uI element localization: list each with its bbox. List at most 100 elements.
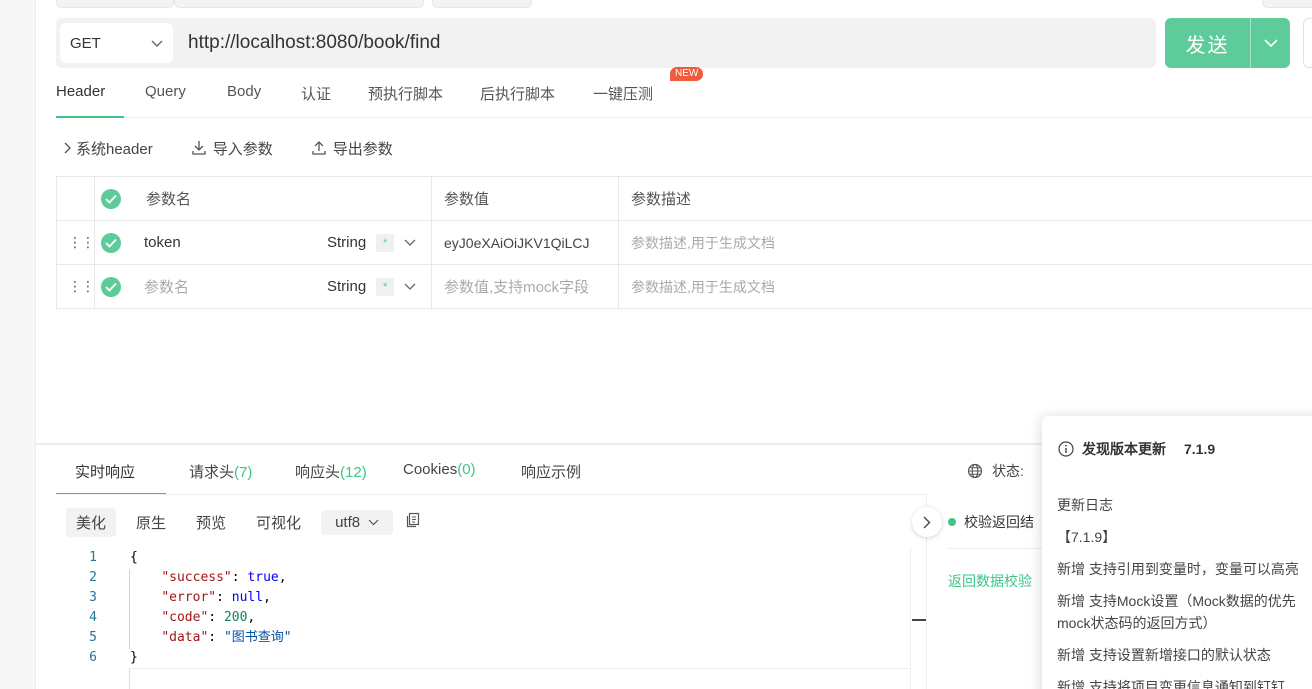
column-divider	[94, 177, 95, 220]
required-toggle[interactable]: *	[376, 277, 395, 296]
export-params-button[interactable]: 导出参数	[311, 138, 393, 159]
editor-scrollbar[interactable]	[910, 548, 927, 689]
import-params-label: 导入参数	[212, 140, 273, 158]
tab-label: 实时响应	[75, 464, 136, 481]
code-token: :	[231, 570, 248, 585]
tab-post-script[interactable]: 后执行脚本	[480, 83, 555, 104]
table-row: ⋮⋮ 参数名 String * 参数值,支持mock字段 参数描述,用于生成文档	[56, 265, 1312, 309]
chevron-right-icon	[64, 142, 71, 154]
code-line: 1{	[70, 548, 910, 568]
status-label: 状态:	[992, 463, 1024, 479]
param-type-value: String	[327, 278, 367, 295]
top-tab-ghost[interactable]	[174, 0, 424, 8]
code-token: true	[247, 570, 279, 585]
import-params-button[interactable]: 导入参数	[191, 138, 273, 159]
top-tab-ghost[interactable]	[1262, 0, 1312, 8]
tab-label: Cookies	[403, 461, 458, 478]
tab-live-response[interactable]: 实时响应	[75, 461, 135, 482]
indent-guide	[129, 569, 130, 649]
update-notification: 发现版本更新 7.1.9 更新日志 【7.1.9】 新增 支持引用到变量时，变量…	[1042, 416, 1312, 689]
required-toggle[interactable]: *	[376, 233, 395, 252]
table-row: ⋮⋮ token String * eyJ0eXAiOiJKV1QiLCJ 参数…	[56, 221, 1312, 265]
row-checkbox[interactable]	[101, 221, 121, 264]
validation-link[interactable]: 返回数据校验	[948, 571, 1032, 591]
view-raw-button[interactable]: 原生	[126, 508, 176, 537]
tab-stress-test[interactable]: 一键压测	[593, 83, 653, 104]
view-preview-button[interactable]: 预览	[186, 508, 236, 537]
top-tab-ghost[interactable]	[56, 0, 174, 8]
param-desc-input[interactable]: 参数描述,用于生成文档	[631, 221, 775, 264]
select-all-checkbox[interactable]	[101, 177, 121, 220]
column-divider	[431, 265, 432, 308]
code-token: "error"	[161, 590, 217, 605]
tab-response-examples[interactable]: 响应示例	[521, 461, 581, 482]
tab-count: (7)	[234, 464, 253, 481]
tab-response-headers[interactable]: 响应头(12)	[295, 461, 367, 482]
tab-query[interactable]: Query	[145, 83, 186, 100]
code-token: }	[130, 650, 138, 665]
code-token: 200	[223, 610, 248, 625]
param-name-input[interactable]: token	[144, 221, 181, 264]
tab-pre-script[interactable]: 预执行脚本	[368, 83, 443, 104]
editor-gutter-line	[129, 668, 130, 689]
tab-cookies[interactable]: Cookies(0)	[403, 461, 476, 478]
code-token: "图书查询"	[223, 630, 292, 645]
view-pretty-button[interactable]: 美化	[66, 507, 117, 537]
code-token: ,	[263, 590, 271, 605]
code-line: 4 "code": 200,	[70, 608, 910, 628]
code-text: "data": "图书查询"	[130, 628, 292, 648]
line-number: 3	[89, 590, 97, 605]
top-tab-ghost[interactable]	[432, 0, 532, 8]
param-name-input[interactable]: 参数名	[144, 265, 189, 308]
param-type-select[interactable]: String *	[327, 265, 416, 308]
param-value-input[interactable]: eyJ0eXAiOiJKV1QiLCJ	[444, 221, 590, 264]
save-button[interactable]	[1303, 18, 1312, 68]
send-dropdown-toggle[interactable]	[1251, 38, 1290, 48]
collapse-panel-button[interactable]	[912, 507, 942, 537]
code-text: }	[130, 648, 138, 668]
validation-divider	[948, 548, 1048, 549]
system-header-toggle[interactable]: 系统header	[64, 138, 153, 159]
row-checkbox[interactable]	[101, 265, 121, 308]
drag-handle-icon[interactable]: ⋮⋮	[68, 265, 95, 308]
chevron-down-icon	[404, 239, 416, 246]
view-mode-bar: 美化 原生 预览 可视化 utf8	[66, 507, 421, 537]
active-tab-underline	[56, 116, 124, 118]
param-value-input[interactable]: 参数值,支持mock字段	[444, 265, 589, 308]
charset-select[interactable]: utf8	[321, 509, 394, 535]
send-label: 发送	[1185, 34, 1230, 57]
response-code-editor[interactable]: 1{2 "success": true, 3 "error": null, 4 "c…	[70, 548, 910, 668]
tab-body[interactable]: Body	[227, 83, 261, 100]
response-status: 状态:	[967, 461, 1024, 481]
response-tabs: 实时响应 请求头(7) 响应头(12) Cookies(0) 响应示例	[56, 446, 1056, 495]
line-number: 6	[89, 650, 97, 665]
code-line: 6}	[70, 648, 910, 668]
method-select[interactable]: GET	[60, 23, 173, 63]
code-text: "success": true,	[130, 568, 286, 588]
param-type-select[interactable]: String *	[327, 221, 416, 264]
new-badge: NEW	[670, 67, 704, 81]
copy-icon[interactable]	[405, 512, 421, 532]
code-token: "data"	[161, 630, 209, 645]
send-button[interactable]: 发送	[1165, 18, 1290, 68]
upload-icon	[312, 141, 326, 155]
update-log: 更新日志 【7.1.9】 新增 支持引用到变量时，变量可以高亮 新增 支持Moc…	[1057, 494, 1312, 689]
tab-auth[interactable]: 认证	[301, 83, 331, 104]
validation-title: 校验返回结	[964, 514, 1034, 530]
code-token: {	[130, 550, 138, 565]
chevron-down-icon	[404, 283, 416, 290]
param-desc-input[interactable]: 参数描述,用于生成文档	[631, 265, 775, 308]
view-visualize-button[interactable]: 可视化	[246, 508, 311, 537]
column-divider	[94, 265, 95, 308]
globe-icon	[967, 463, 983, 479]
tab-header[interactable]: Header	[56, 83, 105, 100]
tab-request-headers[interactable]: 请求头(7)	[189, 461, 252, 482]
column-divider	[94, 221, 95, 264]
update-log-version: 【7.1.9】	[1057, 529, 1117, 545]
drag-handle-icon[interactable]: ⋮⋮	[68, 221, 95, 264]
url-input[interactable]: http://localhost:8080/book/find	[188, 32, 440, 54]
